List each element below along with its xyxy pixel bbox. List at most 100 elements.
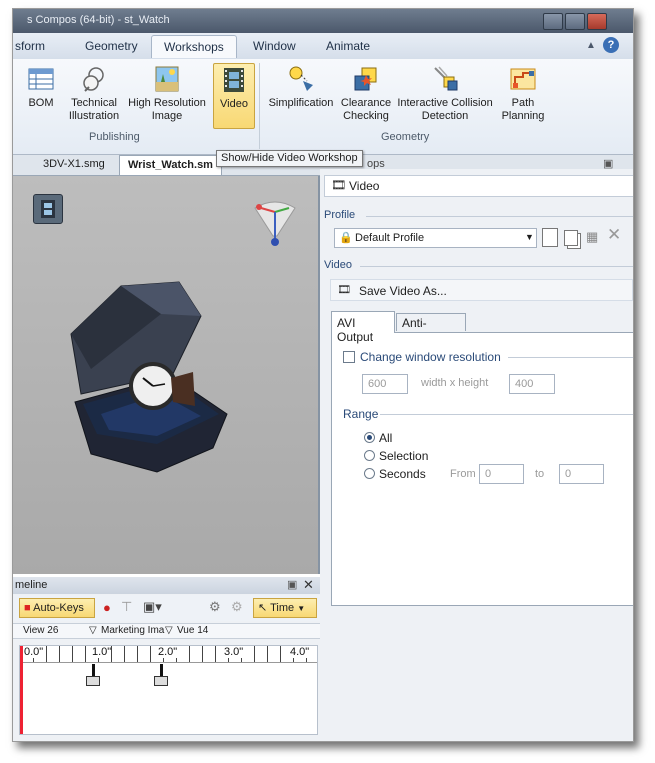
avi-output-tab-page: Change window resolution 600 width x hei…	[331, 332, 633, 606]
panel-title: Video	[349, 179, 380, 193]
range-all-radio[interactable]	[364, 432, 375, 443]
video-workshop-button[interactable]: Video	[213, 63, 255, 129]
range-selection-label[interactable]: Selection	[379, 449, 428, 463]
video-section-label: Video	[324, 259, 352, 271]
tab-transform[interactable]: sform	[15, 39, 45, 53]
time-label: Time	[270, 602, 295, 614]
profile-value: Default Profile	[355, 232, 425, 244]
path-planning-icon	[509, 65, 537, 93]
range-seconds-label[interactable]: Seconds	[379, 467, 426, 481]
doc-tab-wrist-watch[interactable]: Wrist_Watch.sm	[119, 155, 222, 175]
tab-animate[interactable]: Animate	[326, 39, 370, 53]
record-dot-icon: ■	[24, 602, 31, 614]
collision-detection-button[interactable]: Interactive Collision Detection	[395, 63, 495, 129]
marker-triangle-icon: ▽	[165, 625, 173, 636]
new-profile-icon[interactable]	[542, 228, 558, 247]
video-mode-icon	[33, 194, 63, 224]
to-label: to	[535, 468, 545, 480]
marker-view-26[interactable]: View 26	[23, 625, 58, 636]
edit-profile-icon[interactable]: ▦	[586, 229, 598, 245]
clearance-checking-label: Clearance Checking	[340, 97, 392, 122]
profile-select[interactable]: 🔒 Default Profile ▼	[334, 228, 537, 248]
filter-icon[interactable]: ⚙	[209, 599, 221, 615]
group-divider	[259, 63, 260, 149]
tab-window[interactable]: Window	[253, 39, 296, 53]
height-input[interactable]: 400	[509, 374, 555, 394]
tick-2: 2.0"	[158, 646, 178, 658]
width-input[interactable]: 600	[362, 374, 408, 394]
cursor-arrow-icon: ↖	[258, 602, 268, 614]
3d-viewport[interactable]	[13, 176, 320, 574]
collision-detection-icon	[431, 65, 459, 93]
path-planning-label: Path Planning	[501, 97, 545, 122]
ribbon-tab-bar: sform Geometry Workshops Window Animate …	[13, 33, 633, 59]
timeline-toolbar: ■ Auto-Keys ● ⊤ ▣▾ ⚙ ⚙ ↖ Time ▼	[13, 595, 320, 621]
clearance-checking-button[interactable]: Clearance Checking	[339, 63, 393, 129]
time-mode-button[interactable]: ↖ Time ▼	[253, 598, 317, 618]
tooltip: Show/Hide Video Workshop	[216, 150, 363, 167]
doc-tab-3dv[interactable]: 3DV-X1.smg	[43, 158, 105, 170]
keyframe-marker[interactable]	[92, 664, 95, 676]
tab-workshops[interactable]: Workshops	[151, 35, 237, 58]
app-window: s Compos (64-bit) - st_Watch sform Geome…	[12, 8, 634, 742]
panel-film-icon: 🎞	[331, 178, 347, 192]
panel-title-bar: 🎞 Video	[324, 175, 633, 197]
timeline-close-icon[interactable]: ✕	[303, 577, 314, 593]
bom-button[interactable]: BOM	[23, 63, 59, 129]
high-resolution-image-button[interactable]: High Resolution Image	[125, 63, 209, 129]
image-icon	[153, 65, 181, 93]
lock-icon: 🔒	[339, 232, 353, 244]
key-hierarchy-icon[interactable]: ⊤	[121, 599, 132, 615]
keyframe-marker[interactable]	[160, 664, 163, 676]
playhead[interactable]	[20, 646, 23, 734]
video-workshop-panel: 🎞 Video Profile 🔒 Default Profile ▼ ▦ ✕ …	[320, 169, 633, 741]
profile-divider	[366, 216, 633, 217]
close-button[interactable]	[587, 13, 607, 30]
tab-avi-output[interactable]: AVI Output	[331, 311, 395, 344]
technical-illustration-button[interactable]: Technical Illustration	[65, 63, 123, 129]
range-section-label: Range	[343, 407, 379, 421]
dropdown-arrow-icon: ▼	[525, 232, 534, 242]
high-resolution-image-label: High Resolution Image	[128, 97, 206, 122]
save-video-button[interactable]: 🎞 Save Video As...	[330, 279, 633, 301]
simplification-button[interactable]: Simplification	[265, 63, 337, 129]
collapse-ribbon-icon[interactable]: ▲	[586, 40, 596, 51]
range-seconds-radio[interactable]	[364, 468, 375, 479]
range-selection-radio[interactable]	[364, 450, 375, 461]
timeline-pin-icon[interactable]: ▣	[287, 578, 297, 591]
keyframe-camera-icon[interactable]	[154, 676, 168, 686]
size-label: width x height	[421, 377, 489, 389]
marker-marketing[interactable]: Marketing Ima	[101, 625, 164, 636]
film-icon	[220, 66, 248, 94]
to-input[interactable]: 0	[559, 464, 604, 484]
timeline-header: meline ▣ ✕	[13, 577, 320, 594]
tick-0: 0.0"	[24, 646, 44, 658]
time-ruler[interactable]: 0.0" 1.0" 2.0" 3.0" 4.0"	[19, 645, 318, 735]
tab-geometry[interactable]: Geometry	[85, 39, 138, 53]
camera-key-icon[interactable]: ▣▾	[143, 599, 162, 615]
copy-profile-icon[interactable]	[564, 230, 578, 246]
maximize-button[interactable]	[565, 13, 585, 30]
change-resolution-checkbox[interactable]	[343, 351, 355, 363]
range-all-label[interactable]: All	[379, 431, 392, 445]
collision-detection-label: Interactive Collision Detection	[397, 97, 493, 122]
navigator-compass-icon[interactable]	[249, 198, 301, 250]
profile-section-label: Profile	[324, 209, 356, 221]
save-video-label: Save Video As...	[359, 284, 447, 298]
minimize-button[interactable]	[543, 13, 563, 30]
film-icon: 🎞	[337, 284, 351, 296]
add-key-icon[interactable]: ●	[103, 600, 111, 615]
tab-avi-output-label: AVI Output	[337, 316, 374, 344]
keyframe-camera-icon[interactable]	[86, 676, 100, 686]
watch-box-model[interactable]	[61, 274, 241, 484]
video-divider	[360, 266, 633, 267]
path-planning-button[interactable]: Path Planning	[497, 63, 549, 129]
from-input[interactable]: 0	[479, 464, 524, 484]
auto-keys-button[interactable]: ■ Auto-Keys	[19, 598, 95, 618]
link-icon[interactable]: ⚙	[231, 599, 243, 615]
change-resolution-label[interactable]: Change window resolution	[360, 350, 501, 364]
tab-anti-aliasing[interactable]: Anti-Aliasing	[396, 313, 466, 344]
marker-vue-14[interactable]: Vue 14	[177, 625, 208, 636]
delete-profile-icon[interactable]: ✕	[607, 225, 621, 245]
help-icon[interactable]: ?	[603, 37, 619, 53]
